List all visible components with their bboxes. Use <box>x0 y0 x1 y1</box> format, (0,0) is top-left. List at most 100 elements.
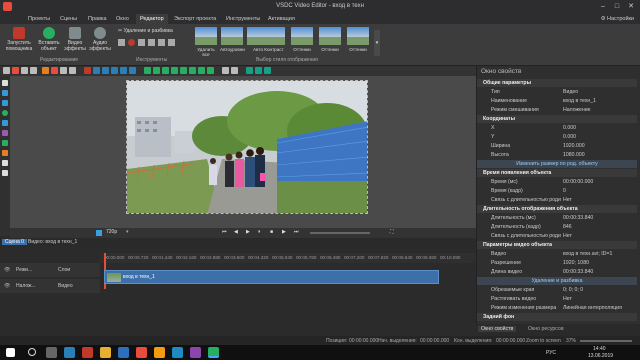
vsdc-taskbar-icon[interactable] <box>208 347 219 358</box>
property-value[interactable]: Видео <box>563 88 635 96</box>
property-value[interactable]: 00:00:33.840 <box>563 268 635 276</box>
property-value[interactable]: 0.000 <box>563 133 635 141</box>
bold-icon[interactable] <box>60 67 67 74</box>
layer-icon[interactable] <box>120 67 127 74</box>
property-row[interactable]: Время (мс) 00:00:00.000 <box>477 178 637 186</box>
clock-date[interactable]: 13.06.2019 <box>588 353 613 359</box>
group-icon[interactable] <box>231 67 238 74</box>
crop-icon[interactable] <box>118 39 125 46</box>
align-icon[interactable] <box>144 67 151 74</box>
property-value[interactable]: 0.000 <box>563 124 635 132</box>
scene-tab[interactable]: Сцена 0 <box>2 239 27 245</box>
property-section[interactable]: Задний фон <box>477 313 637 321</box>
property-value[interactable]: 0; 0; 0; 0 <box>563 286 635 294</box>
style-autolevels[interactable]: Автоуровни <box>220 27 245 59</box>
property-row[interactable]: Время (кадр) 0 <box>477 187 637 195</box>
property-row[interactable]: Режим смешивания Наложение <box>477 106 637 114</box>
align-icon[interactable] <box>198 67 205 74</box>
property-row[interactable]: Обрезаемые края 0; 0; 0; 0 <box>477 286 637 294</box>
task-view-icon[interactable] <box>46 347 57 358</box>
tab-properties[interactable]: Окно свойств <box>478 326 517 332</box>
style-tint-1[interactable]: Оттенки <box>290 27 314 59</box>
property-value[interactable]: 00:00:33.840 <box>563 214 635 222</box>
property-value[interactable]: 1920; 1080 <box>563 259 635 267</box>
object-tool-icon[interactable] <box>3 67 10 74</box>
app-icon[interactable] <box>172 347 183 358</box>
align-icon[interactable] <box>162 67 169 74</box>
breadcrumb-video[interactable]: Видео: вход в техн_1 <box>28 239 77 245</box>
tab-activation[interactable]: Активация <box>264 14 299 24</box>
explorer-icon[interactable] <box>100 347 111 358</box>
layer-icon[interactable] <box>111 67 118 74</box>
cut-split-button[interactable]: ✂ Удаление и разбивка <box>118 28 173 34</box>
property-row[interactable]: Растягивать видео Нет <box>477 295 637 303</box>
shape-icon[interactable] <box>2 130 8 136</box>
insert-object-button[interactable]: Вставить объект <box>36 27 62 52</box>
tab-projects[interactable]: Проекты <box>24 14 54 24</box>
stabilize-icon[interactable] <box>168 39 175 46</box>
pause-icon[interactable]: ⏸ <box>258 229 261 235</box>
property-section[interactable]: Время появления объекта <box>477 169 637 177</box>
order-icon[interactable] <box>84 67 91 74</box>
align-icon[interactable] <box>180 67 187 74</box>
tab-edit[interactable]: Правка <box>84 14 111 24</box>
preview-mode-icon[interactable] <box>96 230 102 236</box>
edge-icon[interactable] <box>64 347 75 358</box>
settings-link[interactable]: ⚙ Настройки <box>601 14 634 24</box>
delete-icon[interactable] <box>12 67 19 74</box>
rectangle-icon[interactable] <box>2 100 8 106</box>
step-forward-icon[interactable]: ▶ <box>282 229 286 235</box>
tab-window[interactable]: Окно <box>112 14 133 24</box>
property-action-button[interactable]: Изменить размер по род. объекту <box>477 160 637 168</box>
maximize-button[interactable]: □ <box>610 1 624 12</box>
search-icon[interactable] <box>28 348 36 356</box>
fast-forward-icon[interactable]: ⏭ <box>294 229 299 235</box>
property-row[interactable]: Y 0.000 <box>477 133 637 141</box>
align-icon[interactable] <box>207 67 214 74</box>
property-row[interactable]: Режим изменения размера Линейная интерпол… <box>477 304 637 312</box>
eye-icon[interactable]: 👁 <box>4 283 10 289</box>
property-section[interactable]: Координаты <box>477 115 637 123</box>
rotate-icon[interactable] <box>138 39 145 46</box>
app-icon[interactable] <box>190 347 201 358</box>
style-tint-3[interactable]: Оттенки <box>346 27 370 59</box>
yandex-icon[interactable] <box>136 347 147 358</box>
property-value[interactable]: 1920.000 <box>563 142 635 150</box>
video-effects-button[interactable]: Видео эффекты <box>63 27 87 52</box>
layer-icon[interactable] <box>129 67 136 74</box>
styles-scroll-button[interactable]: ▾ <box>374 30 380 56</box>
property-section[interactable]: Общие параметры <box>477 79 637 87</box>
property-row[interactable]: Длительность (мс) 00:00:33.840 <box>477 214 637 222</box>
chrome-icon[interactable] <box>154 347 165 358</box>
property-value[interactable]: 0 <box>563 187 635 195</box>
audio-icon[interactable] <box>2 150 8 156</box>
resolution-select[interactable]: 720p <box>106 229 117 235</box>
pdf-icon[interactable] <box>82 347 93 358</box>
layer-icon[interactable] <box>102 67 109 74</box>
property-row[interactable]: X 0.000 <box>477 124 637 132</box>
property-value[interactable]: 00:00:00.000 <box>563 178 635 186</box>
property-row[interactable]: Связь с длительностью роди Нет <box>477 232 637 240</box>
fill-icon[interactable] <box>42 67 49 74</box>
style-contrast[interactable]: Контраст <box>262 27 286 59</box>
line-icon[interactable] <box>2 90 8 96</box>
style-tint-2[interactable]: Оттенки <box>318 27 342 59</box>
align-icon[interactable] <box>189 67 196 74</box>
minimize-button[interactable]: – <box>596 1 610 12</box>
rewind-icon[interactable]: ⏮ <box>222 229 227 235</box>
property-row[interactable]: Разрешение 1920; 1080 <box>477 259 637 267</box>
ellipse-icon[interactable] <box>2 110 8 116</box>
property-row[interactable]: Связь с длительностью роди Нет <box>477 196 637 204</box>
grid-icon[interactable] <box>246 67 253 74</box>
speed-icon[interactable] <box>158 39 165 46</box>
word-icon[interactable] <box>118 347 129 358</box>
eye-icon[interactable]: 👁 <box>4 267 10 273</box>
blend-mode-label[interactable]: Режи... <box>16 267 32 273</box>
text-style-icon[interactable] <box>51 67 58 74</box>
property-value[interactable]: Линейная интерполяция <box>563 304 635 312</box>
property-row[interactable]: Наименование вход в техн_1 <box>477 97 637 105</box>
copy-icon[interactable] <box>21 67 28 74</box>
property-value[interactable]: Нет <box>563 295 635 303</box>
zoom-slider[interactable] <box>580 340 632 342</box>
property-section[interactable]: Параметры видео объекта <box>477 241 637 249</box>
